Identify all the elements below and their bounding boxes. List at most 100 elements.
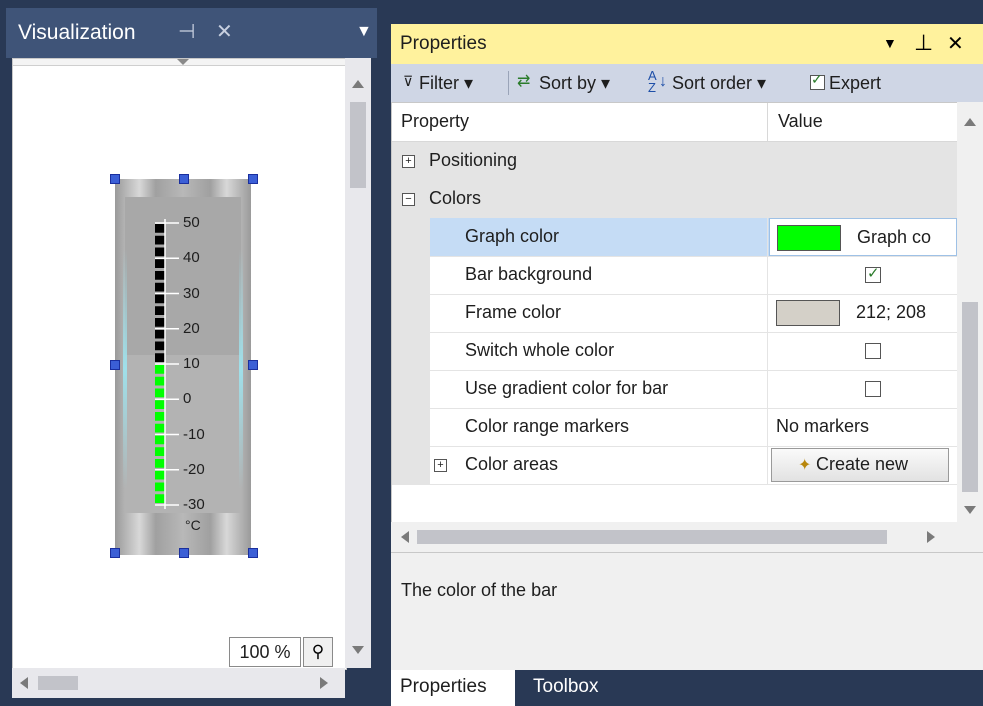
resize-handle-top-right[interactable] <box>248 174 258 184</box>
tab-properties-label: Properties <box>400 676 487 697</box>
resize-handle-top-left[interactable] <box>110 174 120 184</box>
resize-handle-top[interactable] <box>179 174 189 184</box>
expert-check-icon: ✓ <box>811 71 823 87</box>
color-swatch[interactable] <box>777 225 841 251</box>
column-divider <box>767 370 768 408</box>
horizontal-scroll-thumb[interactable] <box>417 530 887 544</box>
scale-label: -10 <box>183 425 205 443</box>
bar-segment <box>155 271 165 280</box>
property-value[interactable]: No markers <box>776 416 869 437</box>
bar-segment <box>155 353 165 362</box>
column-header-property[interactable]: Property <box>401 111 469 132</box>
column-divider <box>767 294 768 332</box>
bar-segment <box>155 365 165 374</box>
create-new-button[interactable]: ✦ Create new <box>771 448 949 482</box>
horizontal-scroll-thumb[interactable] <box>38 676 78 690</box>
properties-toolbar: ⊽ Filter ▾ ⇄ Sort by ▾ AZ ↓ Sort order ▾… <box>391 64 983 102</box>
scroll-right-icon[interactable] <box>927 531 935 543</box>
indent-gutter <box>392 332 430 370</box>
bar-segment <box>155 259 165 268</box>
property-label: Bar background <box>465 264 593 284</box>
close-icon[interactable]: ✕ <box>216 19 233 44</box>
column-header-value[interactable]: Value <box>778 111 823 132</box>
color-value-cell[interactable]: 212; 208 <box>769 294 957 332</box>
bar-segment <box>155 459 165 468</box>
pin-icon[interactable]: ⊥ <box>914 30 933 56</box>
scroll-left-icon[interactable] <box>20 677 28 689</box>
tab-toolbox[interactable]: Toolbox <box>521 670 631 706</box>
color-swatch[interactable] <box>776 300 840 326</box>
property-row[interactable]: Color range markers No markers <box>392 408 958 447</box>
sort-order-icon: AZ <box>648 68 657 95</box>
zoom-level[interactable]: 100 % <box>229 637 301 667</box>
scroll-right-icon[interactable] <box>320 677 328 689</box>
property-row[interactable]: Bar background ✓ <box>392 256 958 295</box>
filter-dropdown[interactable]: Filter ▾ <box>419 73 473 94</box>
vertical-scroll-thumb[interactable] <box>962 302 978 492</box>
category-row[interactable]: − Colors <box>392 180 958 218</box>
visualization-horizontal-scrollbar[interactable] <box>12 668 345 698</box>
property-row[interactable]: + Color areas ✦ Create new <box>392 446 958 485</box>
thermometer-element[interactable]: 50 40 30 20 10 0 -10 -20 -30 °C <box>115 179 251 555</box>
property-row[interactable]: Use gradient color for bar <box>392 370 958 409</box>
resize-handle-bottom-right[interactable] <box>248 548 258 558</box>
scale-label: 20 <box>183 319 200 337</box>
column-divider[interactable] <box>767 103 768 141</box>
sort-order-dropdown[interactable]: Sort order ▾ <box>672 73 766 94</box>
ruler-marker-icon[interactable] <box>177 59 189 65</box>
color-value-text: Graph co <box>857 227 932 247</box>
property-row[interactable]: Frame color 212; 208 <box>392 294 958 333</box>
resize-handle-right[interactable] <box>248 360 258 370</box>
expand-icon[interactable]: + <box>434 459 447 472</box>
property-row[interactable]: Switch whole color <box>392 332 958 371</box>
scroll-down-icon[interactable] <box>352 646 364 654</box>
scale-label: -30 <box>183 496 205 513</box>
visualization-title-bar[interactable]: Visualization ⊣ ✕ ▼ <box>6 8 377 58</box>
properties-title-bar[interactable]: Properties ▼ ⊥ ✕ <box>391 24 983 64</box>
property-checkbox[interactable] <box>865 381 881 397</box>
column-divider <box>767 446 768 484</box>
bar-segment <box>155 306 165 315</box>
scroll-up-icon[interactable] <box>964 118 976 126</box>
window-menu-chevron-icon[interactable]: ▼ <box>356 23 372 41</box>
color-value-cell[interactable]: Graph co <box>769 218 957 256</box>
expand-icon[interactable]: + <box>402 155 415 168</box>
scroll-up-icon[interactable] <box>352 80 364 88</box>
property-label: Graph color <box>465 226 560 246</box>
resize-handle-bottom[interactable] <box>179 548 189 558</box>
sort-by-dropdown[interactable]: Sort by ▾ <box>539 73 610 94</box>
property-grid-horizontal-scrollbar[interactable] <box>391 522 983 552</box>
property-grid-vertical-scrollbar[interactable] <box>957 102 983 522</box>
panel-tabs: Properties Toolbox <box>391 670 983 706</box>
property-checkbox[interactable] <box>865 343 881 359</box>
resize-handle-bottom-left[interactable] <box>110 548 120 558</box>
bar-segment <box>155 329 165 339</box>
collapse-icon[interactable]: − <box>402 193 415 206</box>
indent-gutter <box>392 294 430 332</box>
zoom-magnifier-icon[interactable]: ⚲ <box>303 637 333 667</box>
bar-segment <box>155 423 165 433</box>
vertical-scroll-thumb[interactable] <box>350 102 366 188</box>
resize-handle-left[interactable] <box>110 360 120 370</box>
expert-label: Expert <box>829 73 882 93</box>
scroll-down-icon[interactable] <box>964 506 976 514</box>
pin-icon[interactable]: ⊣ <box>178 19 195 44</box>
visualization-vertical-scrollbar[interactable] <box>345 58 371 668</box>
grid-header: Property Value <box>392 103 958 142</box>
sort-arrow-icon: ↓ <box>659 73 667 90</box>
category-row[interactable]: + Positioning <box>392 142 958 180</box>
property-row[interactable]: Graph color Graph co <box>392 218 958 257</box>
tab-properties[interactable]: Properties <box>391 670 515 706</box>
bar-segment <box>155 318 165 327</box>
scroll-left-icon[interactable] <box>401 531 409 543</box>
property-label: Use gradient color for bar <box>465 378 669 398</box>
description-text: The color of the bar <box>401 580 558 600</box>
property-grid: Property Value + Positioning − Colors Graph … <box>391 102 959 524</box>
bar-segment <box>155 447 165 456</box>
scale-label: 30 <box>183 284 200 302</box>
close-icon[interactable]: ✕ <box>947 31 964 56</box>
scale-label: 50 <box>183 214 200 231</box>
window-menu-chevron-icon[interactable]: ▼ <box>883 35 897 51</box>
bar-segment <box>155 376 165 386</box>
visualization-canvas[interactable]: 50 40 30 20 10 0 -10 -20 -30 °C 100 % ⚲ <box>12 58 347 670</box>
